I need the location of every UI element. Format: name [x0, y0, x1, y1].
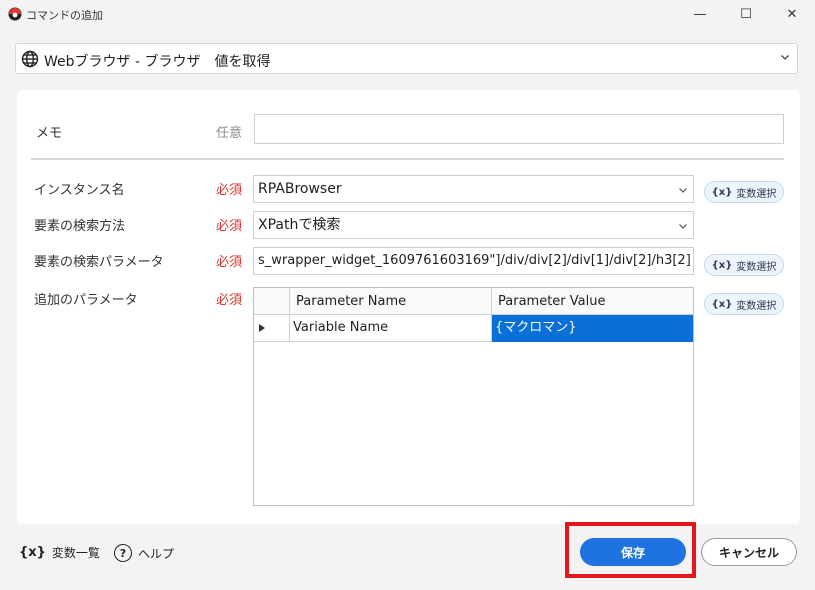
divider: [31, 158, 784, 160]
extra-params-label: 追加のパラメータ: [34, 293, 138, 308]
save-button[interactable]: 保存: [580, 538, 686, 566]
instance-required-tag: 必須: [216, 183, 243, 198]
chevron-down-icon: [679, 224, 687, 229]
search-param-variable-select-button[interactable]: {x} 変数選択: [704, 254, 784, 276]
variable-list-label: 変数一覧: [51, 546, 100, 560]
search-method-select-value: XPathで検索: [258, 217, 341, 233]
search-method-select[interactable]: XPathで検索: [253, 211, 694, 239]
grid-row-selector[interactable]: [254, 315, 290, 342]
chevron-down-icon: [679, 188, 687, 193]
command-select-value: Webブラウザ - ブラウザ 値を取得: [44, 54, 271, 70]
row-pointer-icon: [259, 324, 265, 332]
variable-select-label: 変数選択: [736, 188, 777, 200]
search-param-label: 要素の検索パラメータ: [34, 255, 164, 270]
grid-column-header-value[interactable]: Parameter Value: [492, 288, 693, 315]
grid-cell-parameter-name[interactable]: Variable Name: [290, 315, 492, 342]
instance-label: インスタンス名: [34, 183, 125, 198]
variable-select-label: 変数選択: [736, 300, 777, 312]
help-icon: ?: [114, 544, 132, 562]
title-bar: コマンドの追加 — ☐ ✕: [0, 0, 815, 28]
help-link[interactable]: ? ヘルプ: [114, 544, 174, 562]
variable-icon: {x}: [711, 259, 733, 271]
minimize-button[interactable]: —: [677, 0, 723, 28]
help-label: ヘルプ: [138, 546, 175, 561]
close-button[interactable]: ✕: [769, 0, 815, 28]
search-method-label: 要素の検索方法: [34, 219, 126, 234]
instance-select[interactable]: RPABrowser: [253, 175, 694, 203]
settings-panel: メモ 任意 インスタンス名 必須 RPABrowser {x} 変数選択 要素の…: [17, 90, 800, 524]
extra-params-variable-select-button[interactable]: {x} 変数選択: [704, 293, 784, 315]
command-select[interactable]: Webブラウザ - ブラウザ 値を取得: [15, 43, 798, 74]
variable-icon: {x}: [711, 298, 733, 310]
chevron-down-icon: [781, 55, 789, 60]
maximize-button[interactable]: ☐: [723, 0, 769, 28]
grid-row-header-corner: [254, 288, 290, 315]
parameter-grid[interactable]: Parameter Name Parameter Value Variable …: [253, 287, 694, 506]
memo-optional-tag: 任意: [216, 126, 243, 141]
cancel-button[interactable]: キャンセル: [701, 538, 797, 566]
memo-label: メモ: [36, 126, 63, 141]
variable-list-link[interactable]: {x} 変数一覧: [19, 544, 100, 561]
search-param-input[interactable]: s_wrapper_widget_1609761603169"]/div/div…: [253, 247, 694, 275]
variable-icon: {x}: [19, 545, 46, 560]
extra-params-required-tag: 必須: [216, 293, 243, 308]
variable-select-label: 変数選択: [736, 261, 777, 273]
grid-column-header-name[interactable]: Parameter Name: [290, 288, 492, 315]
memo-input[interactable]: [254, 114, 784, 144]
search-param-required-tag: 必須: [216, 255, 243, 270]
search-method-required-tag: 必須: [216, 219, 243, 234]
variable-icon: {x}: [711, 186, 733, 198]
instance-select-value: RPABrowser: [258, 181, 342, 197]
app-logo-icon: [8, 7, 22, 21]
window-title: コマンドの追加: [26, 9, 103, 22]
instance-variable-select-button[interactable]: {x} 変数選択: [704, 181, 784, 203]
grid-cell-parameter-value[interactable]: {マクロマン}: [492, 315, 693, 342]
globe-icon: [21, 50, 39, 68]
